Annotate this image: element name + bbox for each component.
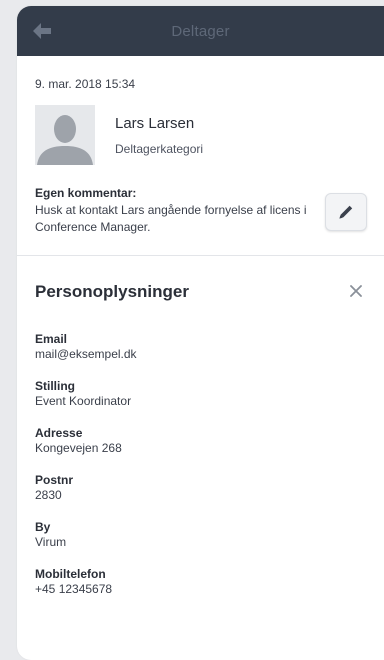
field-label: Stilling bbox=[35, 379, 75, 393]
participant-name: Lars Larsen bbox=[115, 115, 195, 132]
field-stilling: Stilling Event Koordinator bbox=[35, 379, 131, 408]
field-value: Virum bbox=[35, 535, 67, 549]
timestamp: 9. mar. 2018 15:34 bbox=[35, 77, 136, 91]
person-silhouette-icon bbox=[35, 105, 95, 165]
section-divider bbox=[17, 255, 384, 256]
field-postnr: Postnr 2830 bbox=[35, 473, 73, 502]
comment-label: Egen kommentar: bbox=[35, 186, 137, 200]
field-adresse: Adresse Kongevejen 268 bbox=[35, 426, 122, 455]
back-button[interactable] bbox=[31, 20, 53, 42]
field-label: Postnr bbox=[35, 473, 74, 487]
field-value: 2830 bbox=[35, 488, 62, 502]
field-value: Kongevejen 268 bbox=[35, 441, 122, 455]
arrow-left-icon bbox=[33, 23, 51, 39]
avatar bbox=[35, 105, 95, 165]
section-title: Personoplysninger bbox=[35, 282, 189, 301]
field-label: By bbox=[35, 520, 51, 534]
field-value: +45 12345678 bbox=[35, 582, 113, 596]
field-mobiltelefon: Mobiltelefon +45 12345678 bbox=[35, 567, 112, 596]
field-label: Email bbox=[35, 332, 68, 346]
field-by: By Virum bbox=[35, 520, 66, 549]
pencil-icon bbox=[339, 205, 353, 219]
participant-summary: 9. mar. 2018 15:34 Lars Larsen Deltagerk… bbox=[17, 56, 384, 262]
edit-comment-button[interactable] bbox=[325, 193, 367, 231]
participant-category: Deltagerkategori bbox=[115, 142, 204, 156]
field-label: Mobiltelefon bbox=[35, 567, 106, 581]
header-title: Deltager bbox=[171, 22, 230, 40]
close-button[interactable] bbox=[347, 282, 365, 300]
field-value: Event Koordinator bbox=[35, 394, 132, 408]
field-value: mail@eksempel.dk bbox=[35, 347, 137, 361]
close-icon bbox=[350, 285, 362, 297]
field-label: Adresse bbox=[35, 426, 83, 440]
field-email: Email mail@eksempel.dk bbox=[35, 332, 137, 361]
comment-text: Husk at kontakt Lars angående fornyelse … bbox=[35, 203, 307, 234]
app-header: Deltager bbox=[17, 6, 384, 56]
app-screen: Deltager 9. mar. 2018 15:34 Lars Larsen … bbox=[17, 6, 384, 660]
